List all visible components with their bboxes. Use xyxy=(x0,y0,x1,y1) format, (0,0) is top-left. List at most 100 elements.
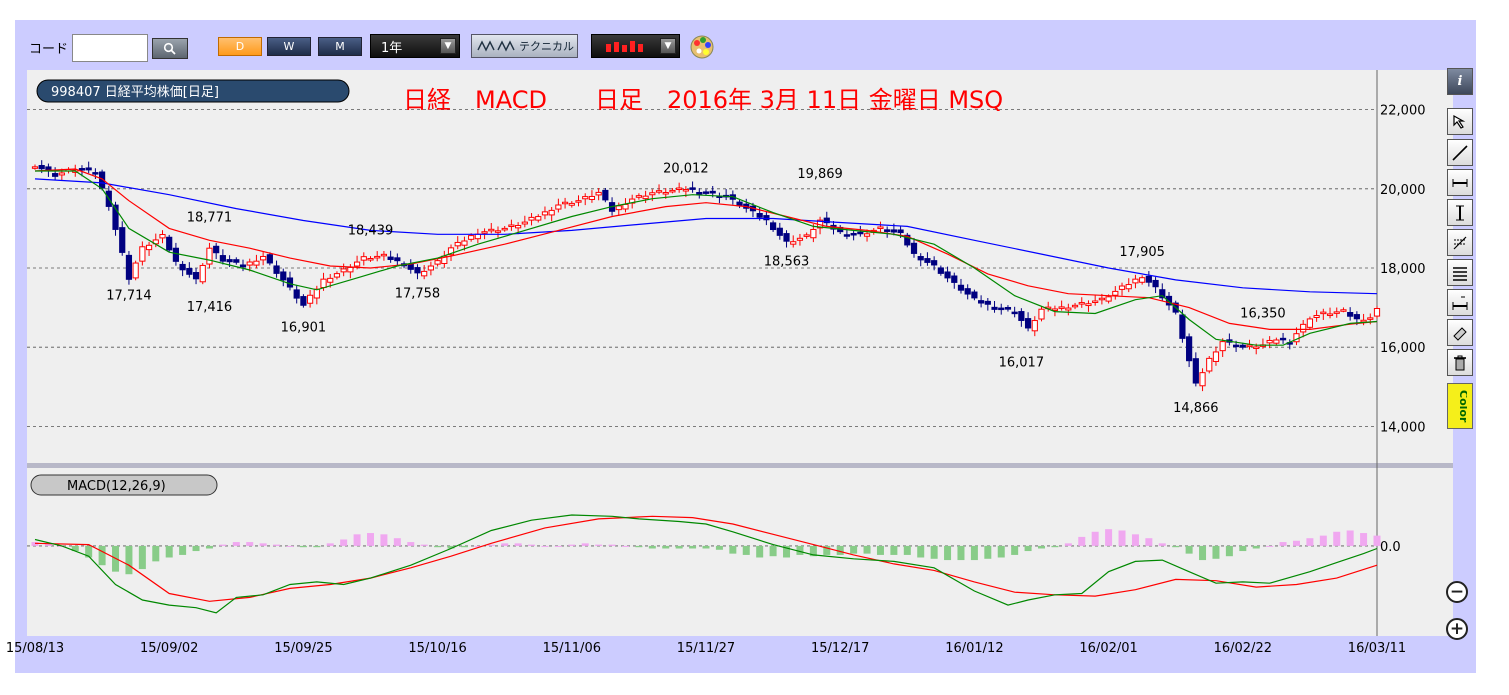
monthly-button[interactable]: M xyxy=(318,37,362,56)
macd-histogram-bar xyxy=(219,544,227,546)
fibonacci-icon[interactable] xyxy=(1447,229,1473,256)
candle-body xyxy=(1320,311,1327,315)
candle-body xyxy=(320,278,327,289)
horizontal-line-icon[interactable] xyxy=(1447,169,1473,196)
candle-body xyxy=(642,195,649,200)
technical-button[interactable]: テクニカル xyxy=(471,34,578,58)
cursor-icon[interactable] xyxy=(1447,108,1473,135)
macd-histogram-bar xyxy=(420,544,428,546)
macd-histogram-bar xyxy=(528,544,536,546)
candle-body xyxy=(219,255,226,262)
macd-histogram-bar xyxy=(756,545,764,558)
x-tick-label: 16/01/12 xyxy=(945,641,1003,656)
candle-body xyxy=(1273,339,1280,344)
x-tick-label: 16/02/01 xyxy=(1079,641,1137,656)
macd-histogram-bar xyxy=(742,545,750,555)
eraser-icon[interactable] xyxy=(1447,319,1473,346)
candle-body xyxy=(501,227,508,231)
macd-histogram-bar xyxy=(1199,545,1207,561)
candle-body xyxy=(924,258,931,263)
price-annotation: 14,866 xyxy=(1173,401,1219,416)
price-annotation: 20,012 xyxy=(663,161,709,176)
vertical-line-icon[interactable] xyxy=(1447,199,1473,226)
macd-histogram-bar xyxy=(1346,530,1354,546)
macd-histogram-bar xyxy=(876,545,884,555)
candle-body xyxy=(696,191,703,195)
macd-histogram-bar xyxy=(635,545,643,548)
macd-histogram-bar xyxy=(125,545,133,575)
candle-body xyxy=(689,187,696,190)
palette-icon[interactable] xyxy=(689,34,715,64)
macd-histogram-bar xyxy=(1212,545,1220,559)
candle-body xyxy=(421,270,428,277)
candle-body xyxy=(669,189,676,193)
ruler-icon[interactable] xyxy=(1447,289,1473,316)
candle-body xyxy=(1340,309,1347,312)
candle-body xyxy=(387,256,394,260)
macd-histogram-bar xyxy=(179,545,187,555)
candle-body xyxy=(575,200,582,203)
candle-body xyxy=(1018,311,1025,321)
price-annotation: 17,714 xyxy=(106,288,152,303)
zoom-out-icon[interactable]: − xyxy=(1446,581,1468,603)
candle-body xyxy=(615,205,622,211)
candle-body xyxy=(38,165,45,170)
macd-histogram-bar xyxy=(1373,535,1381,546)
candle-body xyxy=(877,226,884,229)
macd-histogram-bar xyxy=(662,545,670,549)
candle-body xyxy=(568,202,575,206)
macd-histogram-bar xyxy=(1225,545,1233,557)
x-tick-label: 15/11/27 xyxy=(677,641,735,656)
code-input[interactable] xyxy=(72,34,148,62)
x-tick-label: 15/10/16 xyxy=(408,641,466,656)
search-icon xyxy=(163,42,176,55)
candle-body xyxy=(1105,296,1112,302)
candle-body xyxy=(199,264,206,283)
candle-body xyxy=(1300,323,1307,333)
candle-body xyxy=(260,255,267,261)
candle-body xyxy=(407,264,414,270)
macd-histogram-bar xyxy=(1172,545,1180,548)
candle-body xyxy=(1246,344,1253,348)
candle-body xyxy=(843,234,851,237)
weekly-button[interactable]: W xyxy=(267,37,311,56)
candle-body xyxy=(286,277,294,288)
daily-button[interactable]: D xyxy=(218,37,262,56)
candle-body xyxy=(1085,303,1092,307)
candle-body xyxy=(1118,285,1126,290)
candle-body xyxy=(561,201,569,205)
chart-type-select[interactable]: ▼ xyxy=(591,34,680,58)
wave-icon xyxy=(477,40,515,52)
trash-icon[interactable] xyxy=(1447,349,1473,376)
search-button[interactable] xyxy=(152,38,188,59)
color-icon[interactable]: Color xyxy=(1447,383,1473,429)
y-tick-label: 16,000 xyxy=(1380,341,1426,356)
candle-body xyxy=(380,253,388,257)
code-label: コード xyxy=(29,42,69,57)
macd-histogram-bar xyxy=(192,545,200,552)
range-select[interactable]: 1年 ▼ xyxy=(370,34,460,58)
candle-body xyxy=(206,247,213,265)
candle-body xyxy=(1353,314,1360,320)
candle-body xyxy=(454,241,461,247)
trendline-icon[interactable] xyxy=(1447,139,1473,166)
macd-histogram-bar xyxy=(273,544,281,546)
macd-histogram-bar xyxy=(353,534,361,546)
candle-body xyxy=(971,291,978,299)
ma-long-line xyxy=(34,178,1378,295)
macd-histogram-bar xyxy=(1145,538,1153,546)
chart-area[interactable]: 22,000 20,000 18,000 16,000 14,000 0.0 15/08/1… xyxy=(6,70,1453,656)
candle-body xyxy=(1219,341,1226,352)
candle-body xyxy=(58,172,65,176)
zoom-in-icon[interactable]: + xyxy=(1446,618,1468,640)
info-icon[interactable]: i xyxy=(1447,68,1473,95)
chevron-down-icon: ▼ xyxy=(660,38,676,54)
macd-histogram-bar xyxy=(138,545,146,570)
candle-body xyxy=(1239,344,1246,348)
macd-histogram-bar xyxy=(1091,531,1099,546)
candle-body xyxy=(488,228,495,232)
parallel-lines-icon[interactable] xyxy=(1447,259,1473,286)
app-window: コード D W M 1年 ▼ テクニカル ▼ 22,000 20,000 18,00… xyxy=(6,20,1476,673)
y-tick-label: 14,000 xyxy=(1380,420,1426,435)
candle-body xyxy=(1038,308,1045,320)
